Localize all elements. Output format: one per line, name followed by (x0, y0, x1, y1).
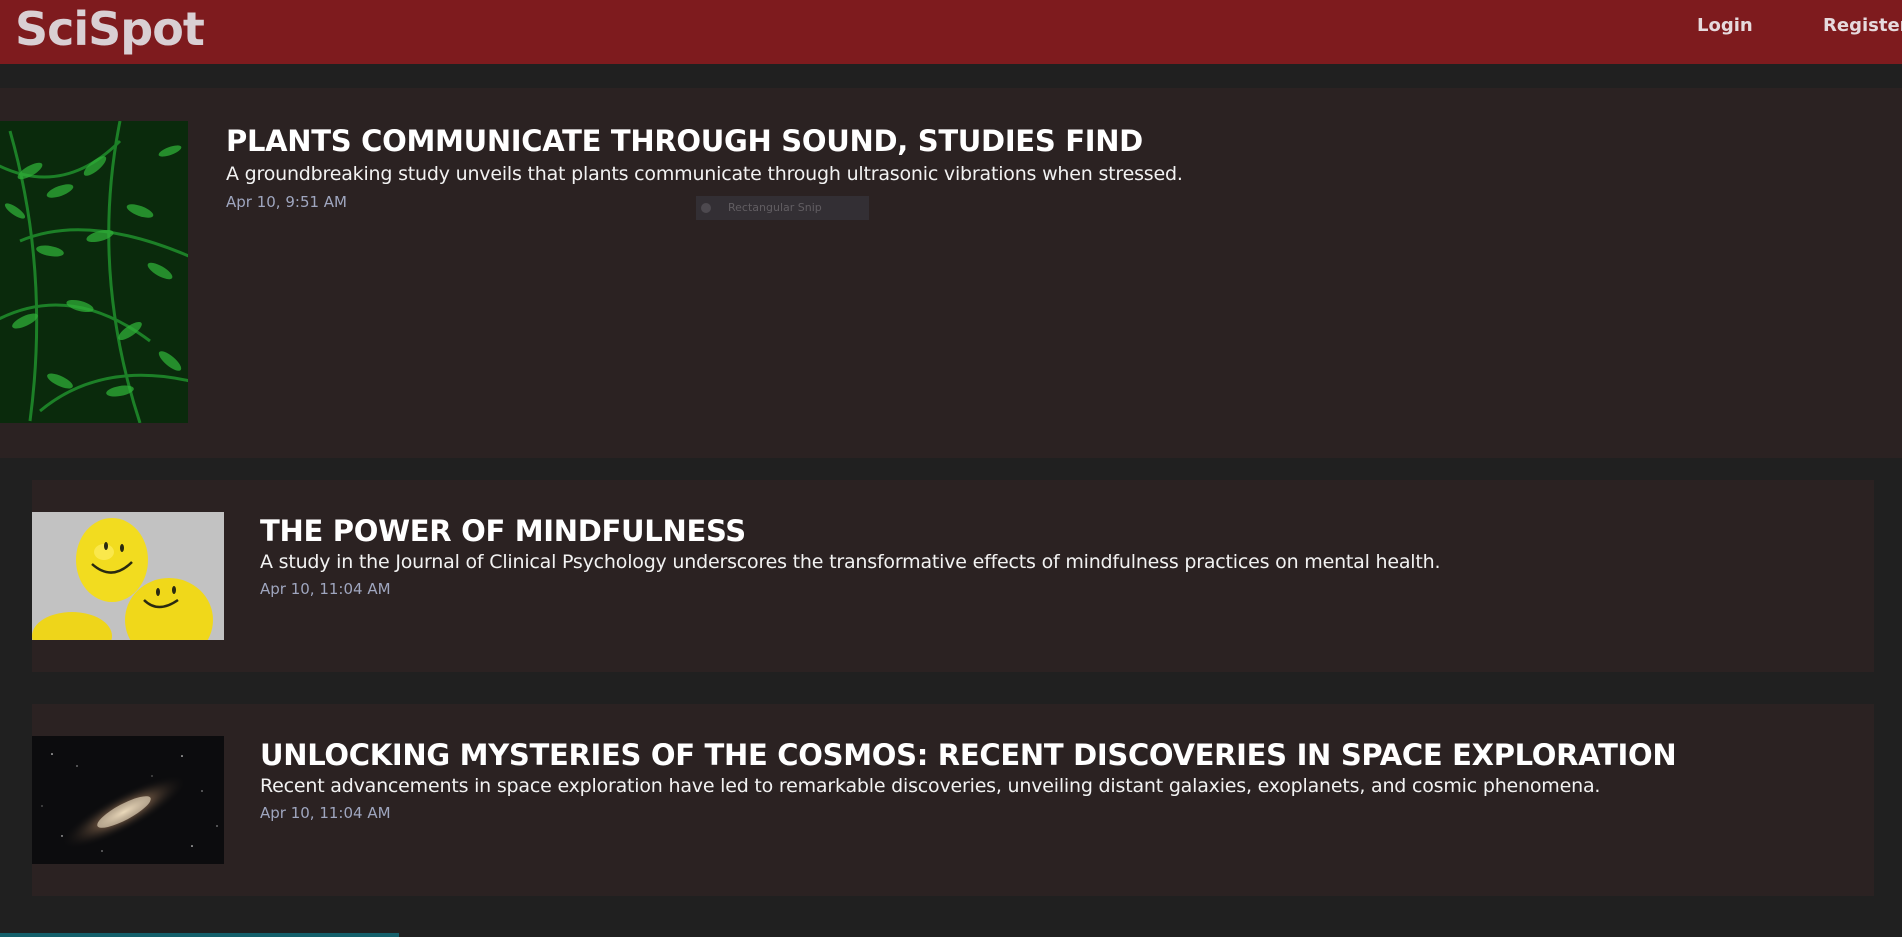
article-card[interactable]: PLANTS COMMUNICATE THROUGH SOUND, STUDIE… (0, 88, 1902, 458)
article-date: Apr 10, 11:04 AM (260, 804, 391, 822)
snip-tooltip: Rectangular Snip (696, 196, 869, 220)
article-summary: A groundbreaking study unveils that plan… (226, 163, 1183, 185)
fern-leaves-image (0, 121, 188, 423)
article-summary: A study in the Journal of Clinical Psych… (260, 551, 1441, 573)
login-link[interactable]: Login (1697, 14, 1753, 38)
register-link[interactable]: Register (1823, 14, 1902, 38)
snip-icon (701, 203, 711, 213)
article-thumbnail-fern[interactable] (0, 121, 188, 423)
scroll-progress-bar (0, 933, 1902, 937)
article-thumbnail-balloons[interactable] (32, 512, 224, 640)
article-card[interactable]: UNLOCKING MYSTERIES OF THE COSMOS: RECEN… (32, 704, 1874, 896)
site-logo[interactable]: SciSpot (15, 2, 205, 56)
article-title[interactable]: THE POWER OF MINDFULNESS (260, 514, 746, 548)
snip-label: Rectangular Snip (728, 201, 822, 214)
article-title[interactable]: UNLOCKING MYSTERIES OF THE COSMOS: RECEN… (260, 738, 1677, 772)
smiley-balloons-image (32, 512, 224, 640)
milky-way-image (32, 736, 224, 864)
top-navbar: SciSpot Login Register (0, 0, 1902, 64)
article-date: Apr 10, 9:51 AM (226, 193, 347, 211)
scroll-progress-fill (0, 933, 400, 937)
article-summary: Recent advancements in space exploration… (260, 775, 1601, 797)
article-title[interactable]: PLANTS COMMUNICATE THROUGH SOUND, STUDIE… (226, 124, 1143, 158)
article-date: Apr 10, 11:04 AM (260, 580, 391, 598)
article-card[interactable]: THE POWER OF MINDFULNESS A study in the … (32, 480, 1874, 672)
article-thumbnail-cosmos[interactable] (32, 736, 224, 864)
